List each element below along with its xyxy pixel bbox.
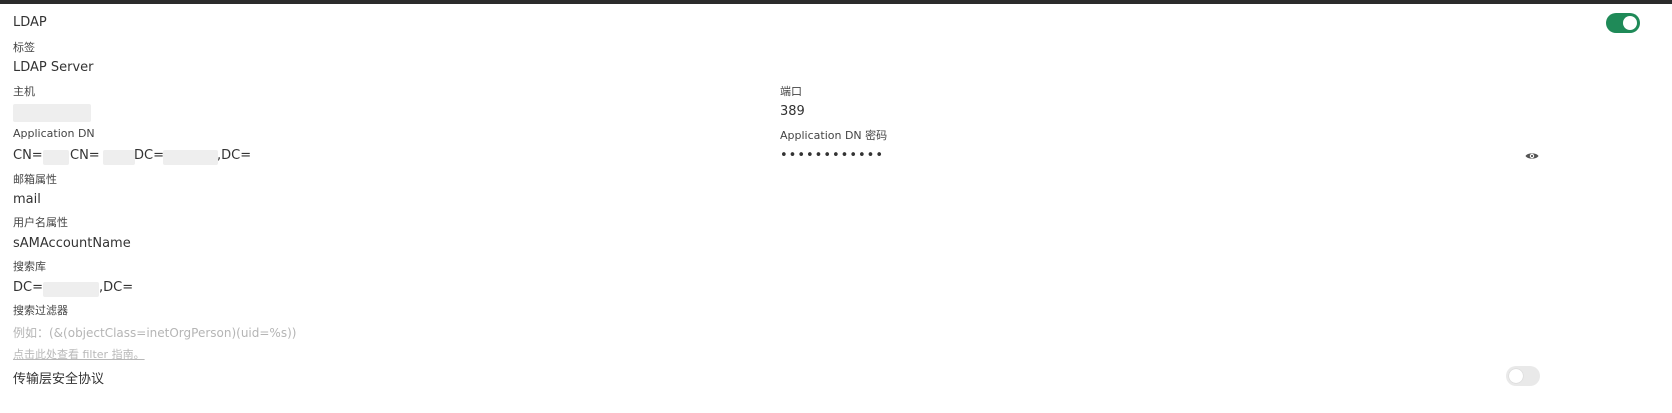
- host-field-input[interactable]: [13, 102, 753, 122]
- search-filter-input[interactable]: 例如：(&(objectClass=inetOrgPerson)(uid=%s)…: [13, 324, 753, 344]
- app-dn-password-input[interactable]: ••••••••••••: [780, 148, 1500, 168]
- search-base-label: 搜索库: [13, 260, 46, 273]
- app-dn-part: CN=: [13, 148, 43, 163]
- redacted-dn-segment: [43, 150, 69, 165]
- email-attr-input[interactable]: mail: [13, 192, 753, 212]
- filter-guide-link[interactable]: 点击此处查看 filter 指南。: [13, 346, 145, 362]
- username-attr-label: 用户名属性: [13, 216, 68, 229]
- label-field-label: 标签: [13, 41, 35, 54]
- username-attr-input[interactable]: sAMAccountName: [13, 236, 753, 256]
- redacted-dc-segment: [43, 282, 99, 297]
- redacted-host-value: [13, 104, 91, 122]
- label-field-input[interactable]: LDAP Server: [13, 60, 753, 80]
- eye-icon[interactable]: [1524, 148, 1540, 164]
- app-dn-field-input[interactable]: CN= CN= DC= ,DC=: [13, 148, 753, 168]
- tls-label: 传输层安全协议: [13, 372, 105, 387]
- app-dn-field-label: Application DN: [13, 127, 95, 140]
- toggle-knob: [1509, 369, 1523, 383]
- port-field-input[interactable]: 389: [780, 104, 1520, 124]
- tls-toggle[interactable]: [1506, 366, 1540, 386]
- redacted-dn-segment: [103, 150, 135, 165]
- app-dn-part: CN=: [70, 148, 100, 163]
- app-dn-password-label: Application DN 密码: [780, 129, 888, 142]
- port-field-label: 端口: [780, 85, 802, 98]
- app-dn-part: ,DC=: [217, 148, 252, 163]
- ldap-settings-panel: LDAP 标签 LDAP Server 主机 端口 389 Applicatio…: [0, 4, 1672, 413]
- search-base-input[interactable]: DC= ,DC=: [13, 280, 753, 300]
- search-base-part: ,DC=: [99, 280, 134, 295]
- app-dn-part: DC=: [134, 148, 164, 163]
- ldap-section-title: LDAP: [13, 15, 47, 30]
- redacted-dn-segment: [163, 150, 218, 165]
- ldap-enable-toggle[interactable]: [1606, 13, 1640, 33]
- search-filter-label: 搜索过滤器: [13, 304, 68, 317]
- search-base-part: DC=: [13, 280, 43, 295]
- email-attr-label: 邮箱属性: [13, 173, 57, 186]
- host-field-label: 主机: [13, 85, 35, 98]
- toggle-knob: [1623, 16, 1637, 30]
